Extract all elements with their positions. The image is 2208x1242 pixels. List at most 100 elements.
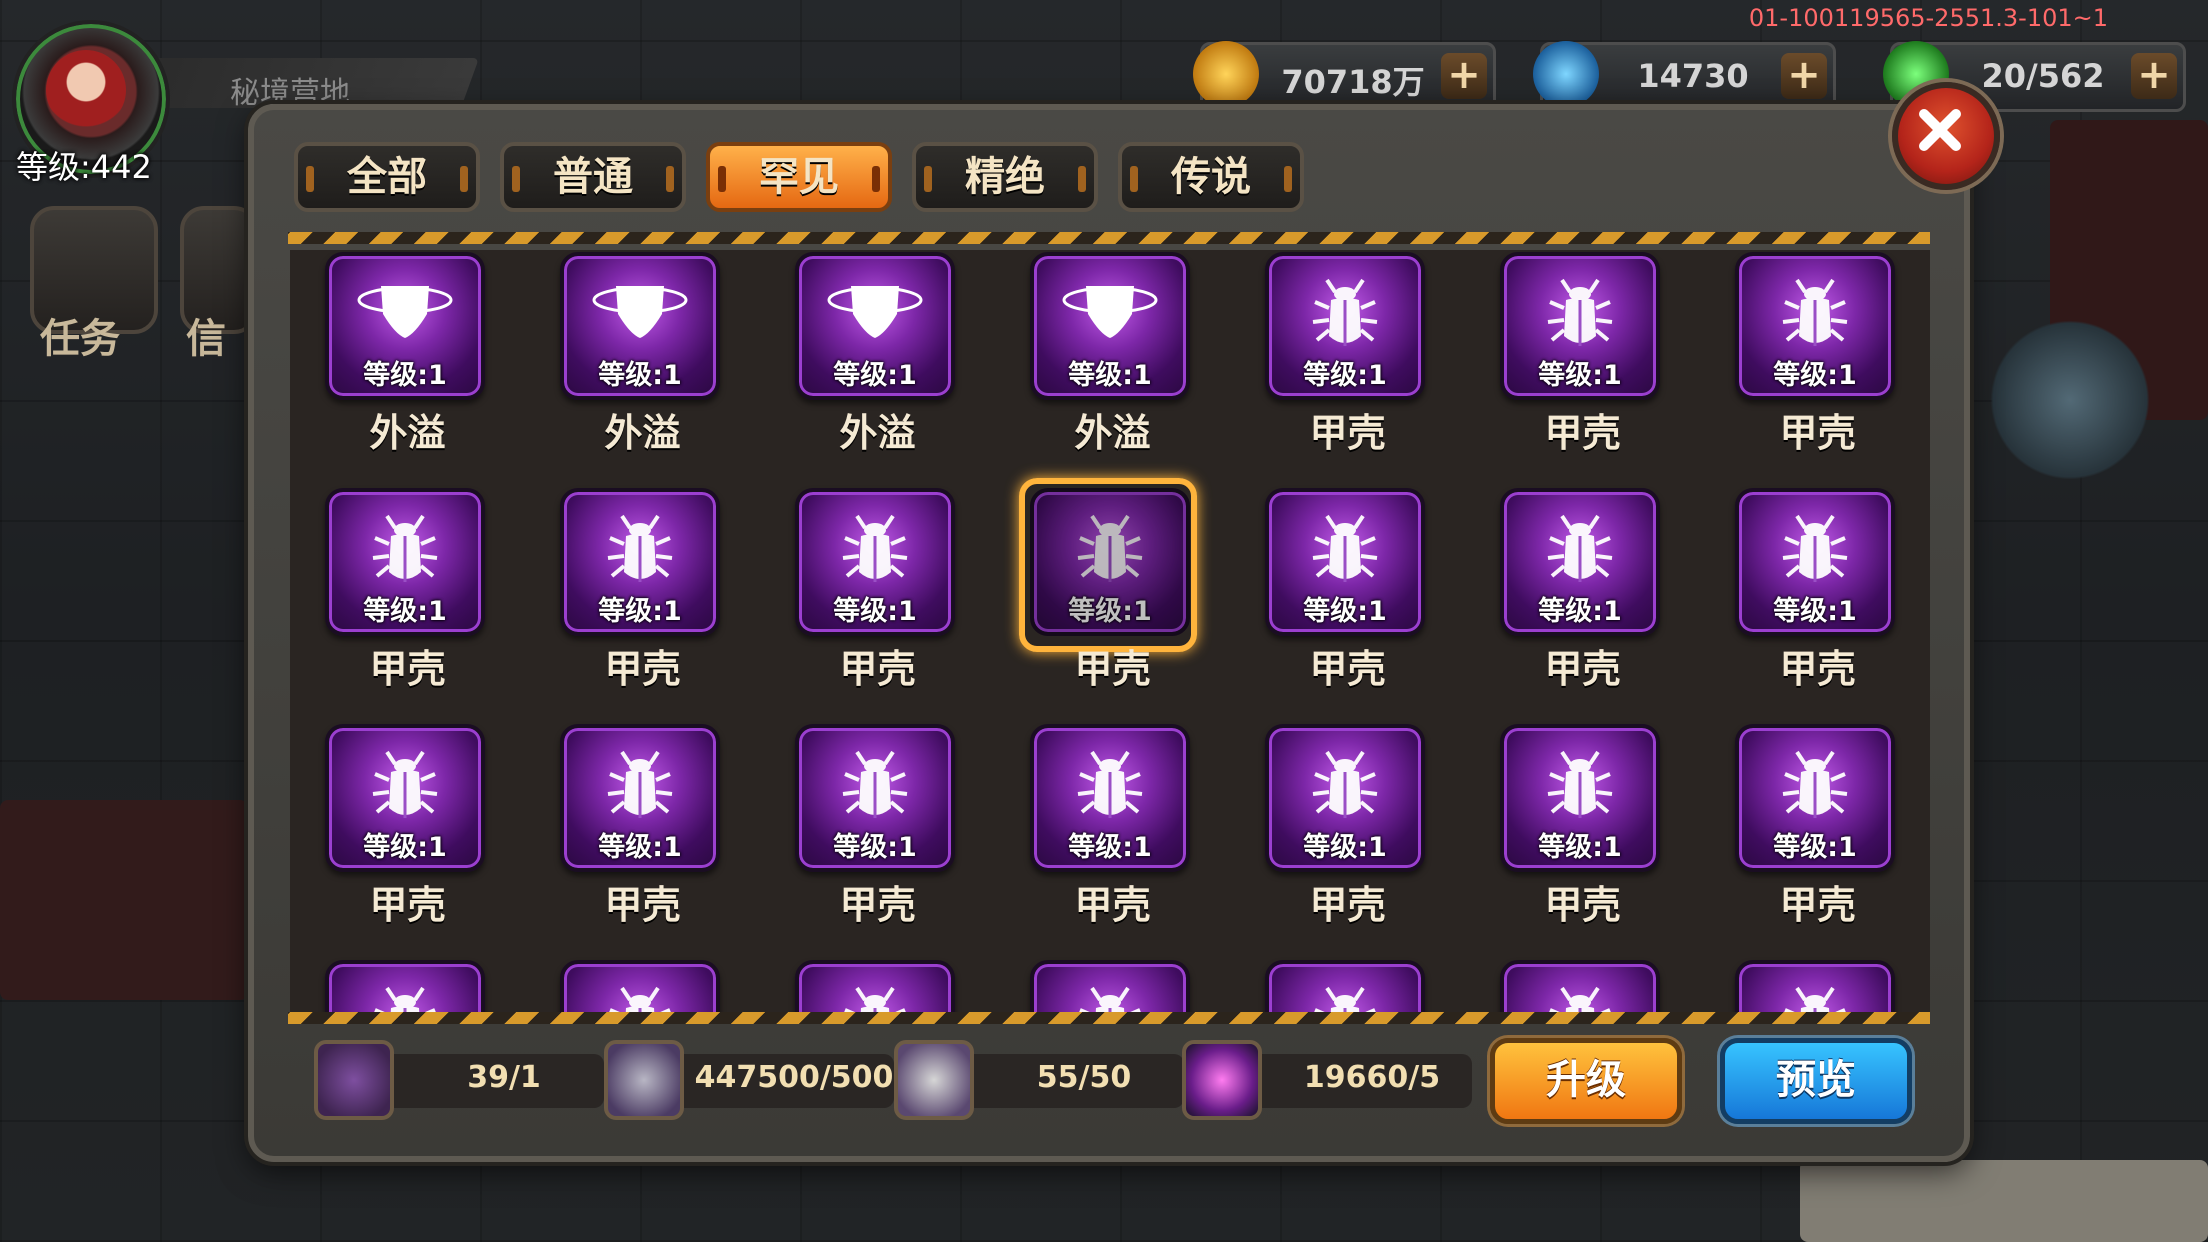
item-level: 等级:1 [363, 596, 447, 627]
item-card[interactable] [325, 960, 485, 1014]
beetle-icon [355, 506, 455, 588]
energy-value: 20/562 [1981, 57, 2105, 95]
item-card[interactable]: 等级:1 [560, 488, 720, 636]
upgrade-button[interactable]: 升级 [1490, 1038, 1682, 1124]
beetle-icon [825, 506, 925, 588]
item-level: 等级:1 [598, 596, 682, 627]
metal-plate-icon[interactable] [894, 1040, 974, 1120]
item-level: 等级:1 [363, 832, 447, 863]
material-value: 447500/500 [694, 1060, 894, 1095]
item-card[interactable]: 等级:1 [1735, 488, 1895, 636]
item-slot: 等级:1 甲壳 [1465, 486, 1700, 722]
item-card[interactable]: 等级:1 [795, 488, 955, 636]
item-card[interactable]: 等级:1 [1265, 724, 1425, 872]
shield-ring-icon [355, 270, 455, 352]
preview-button[interactable]: 预览 [1720, 1038, 1912, 1124]
gold-resource: 70718万 + [1193, 41, 1496, 112]
beetle-icon [1295, 270, 1395, 352]
item-card[interactable]: 等级:1 [795, 252, 955, 400]
item-name: 甲壳 [1779, 647, 1856, 691]
blue-gem-icon [1533, 41, 1599, 107]
tab-epic[interactable]: 精绝 [912, 142, 1098, 212]
item-card[interactable]: 等级:1 [1735, 252, 1895, 400]
item-level: 等级:1 [833, 832, 917, 863]
item-card[interactable]: 等级:1 [1030, 724, 1190, 872]
beetle-icon [825, 978, 925, 1014]
item-card[interactable] [1735, 960, 1895, 1014]
item-slot: 等级:1 甲壳 [1230, 250, 1465, 486]
beetle-icon [1295, 506, 1395, 588]
item-card[interactable]: 等级:1 [1265, 252, 1425, 400]
item-slot: 等级:1 甲壳 [1700, 722, 1930, 958]
beetle-icon [1530, 506, 1630, 588]
energy-add-button[interactable]: + [2131, 53, 2177, 99]
item-slot [760, 958, 995, 1014]
item-slot: 等级:1 甲壳 [1465, 722, 1700, 958]
item-card[interactable] [1030, 960, 1190, 1014]
gold-add-button[interactable]: + [1441, 53, 1487, 99]
item-level: 等级:1 [1068, 832, 1152, 863]
item-card[interactable]: 等级:1 [560, 252, 720, 400]
item-name: 外溢 [369, 411, 446, 455]
close-button[interactable] [1892, 82, 2000, 190]
item-name: 甲壳 [1309, 411, 1386, 455]
beetle-icon [1295, 978, 1395, 1014]
tab-epic-label: 精绝 [965, 154, 1045, 200]
item-card[interactable] [795, 960, 955, 1014]
player-level: 等级:442 [16, 148, 152, 186]
tab-common[interactable]: 普通 [500, 142, 686, 212]
item-card[interactable] [1265, 960, 1425, 1014]
item-name: 甲壳 [1309, 883, 1386, 927]
beetle-icon [1060, 506, 1160, 588]
item-name: 甲壳 [1544, 883, 1621, 927]
item-card[interactable]: 等级:1 [1030, 488, 1190, 636]
item-level: 等级:1 [1773, 832, 1857, 863]
beetle-card-icon[interactable] [314, 1040, 394, 1120]
item-card[interactable]: 等级:1 [325, 252, 485, 400]
item-name: 外溢 [1074, 411, 1151, 455]
item-card[interactable]: 等级:1 [1735, 724, 1895, 872]
gem-resource: 14730 + [1533, 41, 1836, 112]
item-slot: 等级:1 外溢 [525, 250, 760, 486]
hazard-stripe-bottom [288, 1012, 1930, 1024]
item-card[interactable]: 等级:1 [1500, 252, 1660, 400]
item-grid-scroll[interactable]: 等级:1 外溢 等级:1 外溢 等级:1 外溢 等级:1 外溢 等级:1 甲壳 等级:1 甲壳 等级:1… [290, 250, 1930, 1014]
gold-value: 70718万 [1281, 63, 1425, 101]
item-card[interactable]: 等级:1 [1500, 488, 1660, 636]
close-icon [1919, 109, 1961, 151]
item-card[interactable]: 等级:1 [325, 488, 485, 636]
item-card[interactable] [1500, 960, 1660, 1014]
tab-all[interactable]: 全部 [294, 142, 480, 212]
item-slot: 等级:1 甲壳 [525, 486, 760, 722]
item-card[interactable]: 等级:1 [795, 724, 955, 872]
item-level: 等级:1 [1068, 596, 1152, 627]
gem-add-button[interactable]: + [1781, 53, 1827, 99]
item-slot [1230, 958, 1465, 1014]
beetle-icon [1530, 270, 1630, 352]
item-slot: 等级:1 甲壳 [760, 722, 995, 958]
item-card[interactable]: 等级:1 [1030, 252, 1190, 400]
circuit-chip-icon[interactable] [604, 1040, 684, 1120]
beetle-icon [590, 978, 690, 1014]
beetle-icon [355, 978, 455, 1014]
item-card[interactable]: 等级:1 [1500, 724, 1660, 872]
tab-common-label: 普通 [553, 154, 633, 200]
item-slot: 等级:1 甲壳 [995, 722, 1230, 958]
item-card[interactable] [560, 960, 720, 1014]
beetle-icon [1060, 742, 1160, 824]
item-slot [1700, 958, 1930, 1014]
item-level: 等级:1 [1303, 832, 1387, 863]
item-name: 甲壳 [1074, 883, 1151, 927]
avatar-face [46, 50, 126, 130]
item-level: 等级:1 [1303, 596, 1387, 627]
beetle-icon [590, 742, 690, 824]
tab-rare[interactable]: 罕见 [706, 142, 892, 212]
tab-rare-label: 罕见 [759, 154, 839, 200]
purple-orb-icon[interactable] [1182, 1040, 1262, 1120]
item-card[interactable]: 等级:1 [1265, 488, 1425, 636]
tab-legend[interactable]: 传说 [1118, 142, 1304, 212]
item-card[interactable]: 等级:1 [325, 724, 485, 872]
gold-coin-icon [1193, 41, 1259, 107]
item-slot [525, 958, 760, 1014]
item-card[interactable]: 等级:1 [560, 724, 720, 872]
